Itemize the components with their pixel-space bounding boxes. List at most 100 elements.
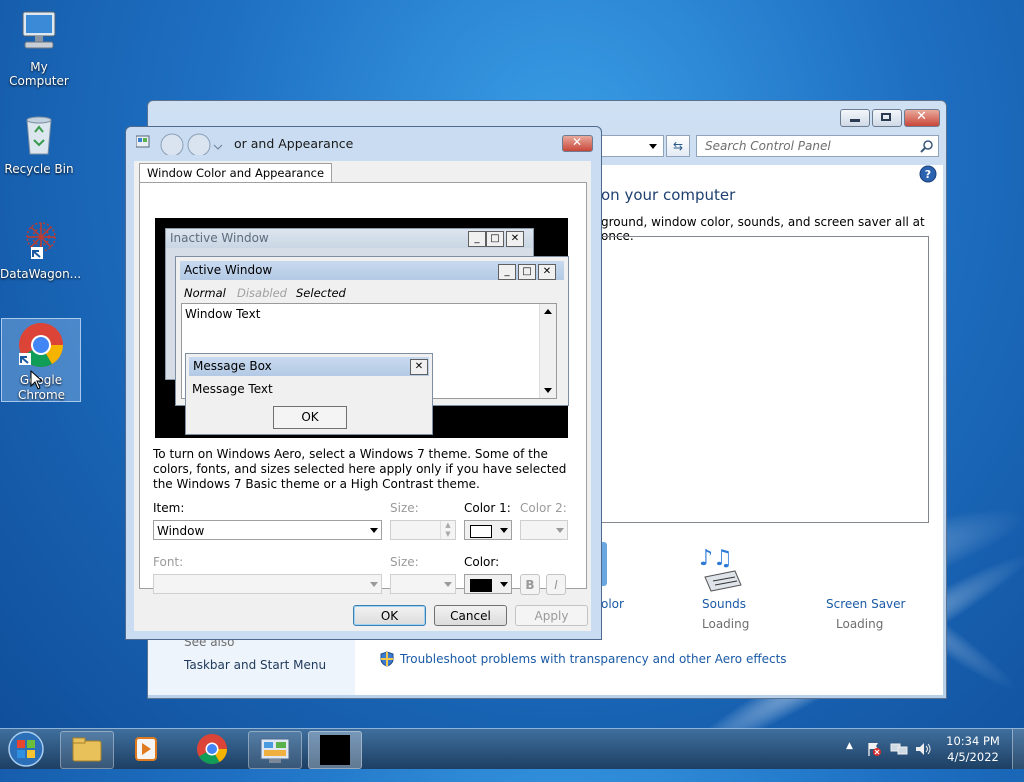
folder-icon xyxy=(72,737,102,762)
item-label: Item: xyxy=(153,501,185,515)
color2-label: Color 2: xyxy=(520,501,567,515)
dialog-body: Window Color and Appearance Inactive Win… xyxy=(134,161,591,631)
color1-picker[interactable] xyxy=(464,520,512,540)
show-hidden-icons-button[interactable]: ▲ xyxy=(846,741,853,751)
taskbar-explorer[interactable] xyxy=(60,731,114,769)
taskbar-media-player[interactable] xyxy=(120,731,172,767)
minimize-icon: _ xyxy=(468,231,486,247)
action-center-flag-icon[interactable] xyxy=(866,741,882,757)
mouse-cursor-icon xyxy=(30,370,44,390)
desktop-icon-recycle-bin[interactable]: Recycle Bin xyxy=(0,110,78,176)
clock-time[interactable]: 10:34 PM xyxy=(938,734,1008,748)
menu-disabled: Disabled xyxy=(237,286,287,300)
preview-scrollbar xyxy=(539,304,556,398)
appearance-preview[interactable]: Inactive Window _ □ ✕ Active Window _ □ … xyxy=(155,218,569,438)
search-input[interactable]: Search Control Panel xyxy=(696,135,939,157)
color2-picker[interactable] xyxy=(520,520,568,540)
maximize-icon: □ xyxy=(518,264,536,280)
help-icon[interactable]: ? xyxy=(919,165,937,183)
search-icon[interactable] xyxy=(920,139,934,153)
close-icon: ✕ xyxy=(538,264,556,280)
address-bar[interactable] xyxy=(598,135,664,157)
chevron-down-icon xyxy=(444,582,452,587)
search-placeholder: Search Control Panel xyxy=(705,139,831,153)
sounds-icon[interactable]: ♪♫ xyxy=(695,543,751,593)
svg-text:?: ? xyxy=(925,168,931,181)
font-color-picker[interactable] xyxy=(464,574,512,594)
menu-selected: Selected xyxy=(296,286,346,300)
window-thumbnail-icon xyxy=(320,735,350,765)
computer-icon xyxy=(15,8,63,56)
bold-button[interactable]: B xyxy=(520,574,540,595)
taskbar-chrome[interactable] xyxy=(186,731,238,767)
title-bar-overlay xyxy=(158,131,224,157)
start-button[interactable] xyxy=(4,730,48,768)
page-heading: on your computer xyxy=(601,186,736,204)
taskbar-control-panel[interactable] xyxy=(248,731,302,769)
desktop-icon-label: DataWagon... xyxy=(0,267,82,281)
menu-normal: Normal xyxy=(184,286,226,300)
refresh-button[interactable]: ⇆ xyxy=(666,135,690,157)
font-select[interactable] xyxy=(153,574,382,594)
close-icon: ✕ xyxy=(506,231,524,247)
taskbar: ▲ 10:34 PM 4/5/2022 xyxy=(0,728,1024,769)
sounds-link[interactable]: Sounds xyxy=(702,597,746,611)
control-panel-icon xyxy=(260,738,290,763)
maximize-button[interactable] xyxy=(872,109,902,127)
maximize-icon: □ xyxy=(486,231,504,247)
color1-label: Color 1: xyxy=(464,501,511,515)
chevron-down-icon[interactable] xyxy=(649,144,657,149)
network-icon[interactable] xyxy=(890,741,908,757)
font-size-select[interactable] xyxy=(390,574,456,594)
size-stepper[interactable]: ▲ ▼ xyxy=(390,520,456,540)
window-color-dialog[interactable]: or and Appearance ✕ Window Color and App… xyxy=(125,126,602,640)
color1-swatch xyxy=(470,525,492,538)
italic-button[interactable]: I xyxy=(546,574,566,595)
window-color-link[interactable]: olor xyxy=(601,597,624,611)
font-label: Font: xyxy=(153,555,184,569)
aero-info-text: To turn on Windows Aero, select a Window… xyxy=(153,447,567,491)
media-player-icon xyxy=(135,737,157,761)
ok-button[interactable]: OK xyxy=(353,605,426,626)
chrome-icon xyxy=(197,734,227,765)
dialog-title: or and Appearance xyxy=(234,136,354,151)
item-value: Window xyxy=(157,524,205,538)
cancel-button[interactable]: Cancel xyxy=(434,605,507,626)
window-color-app-icon xyxy=(135,135,150,149)
chevron-down-icon xyxy=(500,582,508,587)
desktop-icon-my-computer[interactable]: My Computer xyxy=(0,8,78,88)
close-icon: ✕ xyxy=(410,359,428,375)
minimize-button[interactable] xyxy=(840,109,870,127)
preview-message-box[interactable]: Message Box ✕ Message Text OK xyxy=(185,353,433,435)
clock-date[interactable]: 4/5/2022 xyxy=(938,750,1008,764)
size-label: Size: xyxy=(390,501,419,515)
tab-window-color[interactable]: Window Color and Appearance xyxy=(139,163,333,183)
dialog-close-button[interactable]: ✕ xyxy=(562,135,593,152)
desktop-icon-datawagon[interactable]: DataWagon... xyxy=(0,215,82,281)
chrome-icon xyxy=(17,321,65,369)
window-text: Window Text xyxy=(185,307,261,321)
message-box-title: Message Box xyxy=(189,357,429,376)
desktop-icon-label: My Computer xyxy=(9,60,69,88)
troubleshoot-link[interactable]: Troubleshoot problems with transparency … xyxy=(400,652,787,666)
minimize-icon: _ xyxy=(498,264,516,280)
chevron-down-icon xyxy=(370,528,378,533)
shield-icon xyxy=(380,651,394,667)
font-color-label: Color: xyxy=(464,555,500,569)
chevron-down-icon xyxy=(370,582,378,587)
close-button[interactable]: ✕ xyxy=(904,109,940,127)
svg-text:♪♫: ♪♫ xyxy=(699,546,733,571)
apply-button[interactable]: Apply xyxy=(515,605,588,626)
font-size-label: Size: xyxy=(390,555,419,569)
message-box-text: Message Text xyxy=(192,382,273,396)
item-select[interactable]: Window xyxy=(153,520,382,540)
themes-list[interactable] xyxy=(601,236,929,523)
show-desktop-button[interactable] xyxy=(1012,729,1024,769)
volume-icon[interactable] xyxy=(914,741,932,757)
taskbar-window-color[interactable] xyxy=(308,731,362,769)
screen-saver-link[interactable]: Screen Saver xyxy=(826,597,905,611)
font-color-swatch xyxy=(470,579,492,592)
chevron-down-icon xyxy=(500,528,508,533)
sounds-status: Loading xyxy=(702,617,750,631)
taskbar-start-menu-link[interactable]: Taskbar and Start Menu xyxy=(184,658,326,672)
